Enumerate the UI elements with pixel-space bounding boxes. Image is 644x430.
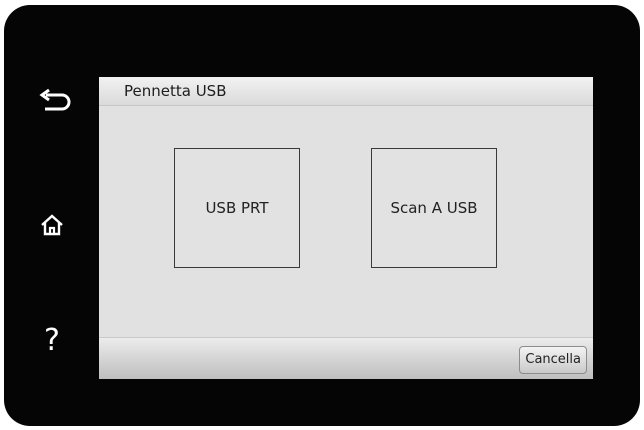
scan-to-usb-button[interactable]: Scan A USB bbox=[371, 148, 497, 268]
back-button[interactable] bbox=[24, 71, 84, 131]
screen-title: Pennetta USB bbox=[124, 82, 227, 100]
back-arrow-icon bbox=[39, 88, 71, 111]
home-icon bbox=[41, 214, 63, 236]
scan-to-usb-label: Scan A USB bbox=[390, 199, 478, 217]
device-bezel: ? Pennetta USB USB PRT Scan A USB Cancel… bbox=[4, 5, 640, 426]
help-icon: ? bbox=[44, 323, 60, 358]
title-bar: Pennetta USB bbox=[99, 77, 593, 106]
usb-print-label: USB PRT bbox=[205, 199, 269, 217]
bottom-bar: Cancella bbox=[99, 337, 593, 379]
content-area: USB PRT Scan A USB bbox=[99, 106, 593, 337]
usb-print-button[interactable]: USB PRT bbox=[174, 148, 300, 268]
help-button[interactable]: ? bbox=[22, 311, 82, 371]
home-button[interactable] bbox=[22, 195, 82, 255]
cancel-button[interactable]: Cancella bbox=[519, 346, 587, 374]
touch-screen: Pennetta USB USB PRT Scan A USB Cancella bbox=[99, 77, 593, 379]
